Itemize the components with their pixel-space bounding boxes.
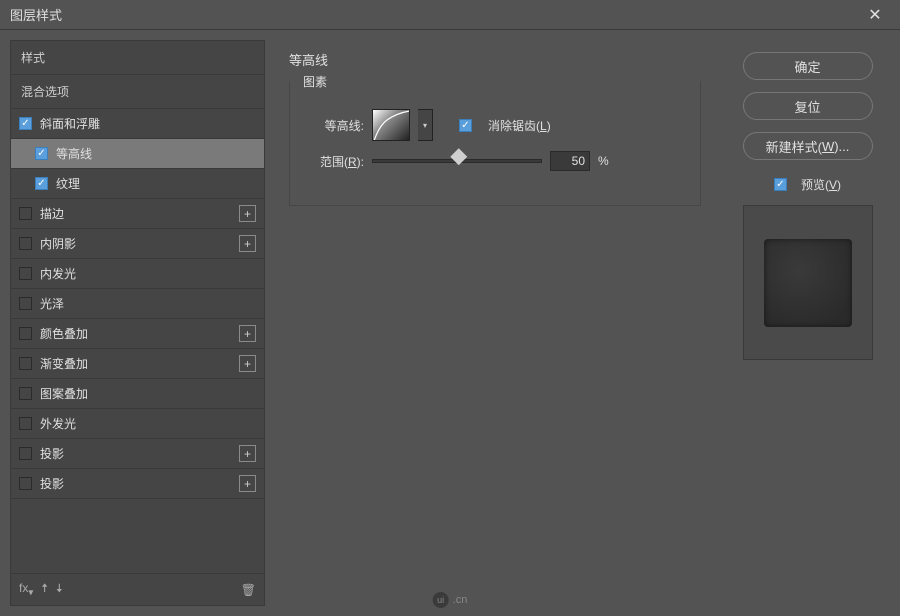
left-panel: 样式 混合选项 斜面和浮雕等高线纹理描边+内阴影+内发光光泽颜色叠加+渐变叠加+… bbox=[10, 40, 265, 606]
reset-button[interactable]: 复位 bbox=[743, 92, 873, 120]
style-checkbox[interactable] bbox=[19, 387, 32, 400]
add-effect-icon[interactable]: + bbox=[239, 235, 256, 252]
style-checkbox[interactable] bbox=[19, 117, 32, 130]
arrow-down-icon[interactable]: 🠇 bbox=[56, 579, 63, 600]
center-panel: 等高线 图素 等高线: ▾ 消除锯齿(L) 范围(R): bbox=[275, 40, 715, 606]
style-checkbox[interactable] bbox=[19, 207, 32, 220]
add-effect-icon[interactable]: + bbox=[239, 205, 256, 222]
style-checkbox[interactable] bbox=[19, 477, 32, 490]
style-label: 渐变叠加 bbox=[40, 355, 239, 372]
contour-label: 等高线: bbox=[304, 117, 364, 134]
style-item-8[interactable]: 渐变叠加+ bbox=[11, 349, 264, 379]
preview-toggle-row: 预览(V) bbox=[774, 176, 841, 193]
style-label: 图案叠加 bbox=[40, 385, 256, 402]
brand-watermark: ui .cn bbox=[433, 592, 468, 608]
style-item-2[interactable]: 纹理 bbox=[11, 169, 264, 199]
style-checkbox[interactable] bbox=[19, 237, 32, 250]
style-item-10[interactable]: 外发光 bbox=[11, 409, 264, 439]
contour-row: 等高线: ▾ 消除锯齿(L) bbox=[304, 109, 686, 141]
brand-badge-icon: ui bbox=[433, 592, 449, 608]
range-unit: % bbox=[598, 154, 609, 168]
style-item-11[interactable]: 投影+ bbox=[11, 439, 264, 469]
range-row: 范围(R): % bbox=[304, 151, 686, 171]
style-label: 斜面和浮雕 bbox=[40, 115, 256, 132]
style-label: 投影 bbox=[40, 445, 239, 462]
style-item-0[interactable]: 斜面和浮雕 bbox=[11, 109, 264, 139]
right-panel: 确定 复位 新建样式(W)... 预览(V) bbox=[725, 40, 890, 606]
style-checkbox[interactable] bbox=[35, 147, 48, 160]
add-effect-icon[interactable]: + bbox=[239, 475, 256, 492]
style-checkbox[interactable] bbox=[19, 267, 32, 280]
range-input[interactable] bbox=[550, 151, 590, 171]
style-label: 纹理 bbox=[56, 175, 256, 192]
style-label: 颜色叠加 bbox=[40, 325, 239, 342]
arrow-up-icon[interactable]: 🠅 bbox=[41, 579, 48, 600]
group-label: 图素 bbox=[300, 73, 330, 90]
style-checkbox[interactable] bbox=[19, 447, 32, 460]
close-icon[interactable]: ✕ bbox=[860, 0, 890, 30]
add-effect-icon[interactable]: + bbox=[239, 325, 256, 342]
style-checkbox[interactable] bbox=[19, 417, 32, 430]
style-checkbox[interactable] bbox=[19, 357, 32, 370]
titlebar: 图层样式 ✕ bbox=[0, 0, 900, 30]
style-item-7[interactable]: 颜色叠加+ bbox=[11, 319, 264, 349]
style-item-5[interactable]: 内发光 bbox=[11, 259, 264, 289]
style-item-1[interactable]: 等高线 bbox=[11, 139, 264, 169]
style-item-4[interactable]: 内阴影+ bbox=[11, 229, 264, 259]
style-label: 等高线 bbox=[56, 145, 256, 162]
style-label: 外发光 bbox=[40, 415, 256, 432]
left-footer: fx▾ 🠅 🠇 🗑 bbox=[11, 573, 264, 605]
style-checkbox[interactable] bbox=[19, 297, 32, 310]
element-group: 图素 等高线: ▾ 消除锯齿(L) 范围(R): bbox=[289, 81, 701, 206]
preview-inner bbox=[764, 239, 852, 327]
style-item-9[interactable]: 图案叠加 bbox=[11, 379, 264, 409]
style-label: 内发光 bbox=[40, 265, 256, 282]
style-list: 斜面和浮雕等高线纹理描边+内阴影+内发光光泽颜色叠加+渐变叠加+图案叠加外发光投… bbox=[11, 109, 264, 499]
style-checkbox[interactable] bbox=[19, 327, 32, 340]
style-item-3[interactable]: 描边+ bbox=[11, 199, 264, 229]
add-effect-icon[interactable]: + bbox=[239, 445, 256, 462]
slider-thumb[interactable] bbox=[450, 148, 467, 165]
new-style-button[interactable]: 新建样式(W)... bbox=[743, 132, 873, 160]
antialias-label: 消除锯齿(L) bbox=[488, 117, 551, 134]
style-item-6[interactable]: 光泽 bbox=[11, 289, 264, 319]
style-label: 投影 bbox=[40, 475, 239, 492]
antialias-checkbox[interactable] bbox=[459, 119, 472, 132]
contour-swatch[interactable] bbox=[372, 109, 410, 141]
contour-dropdown-icon[interactable]: ▾ bbox=[418, 109, 433, 141]
style-item-12[interactable]: 投影+ bbox=[11, 469, 264, 499]
range-label: 范围(R): bbox=[304, 153, 364, 170]
preview-checkbox[interactable] bbox=[774, 178, 787, 191]
preview-box bbox=[743, 205, 873, 360]
add-effect-icon[interactable]: + bbox=[239, 355, 256, 372]
preview-label: 预览(V) bbox=[801, 176, 841, 193]
window-title: 图层样式 bbox=[10, 5, 62, 24]
trash-icon[interactable]: 🗑 bbox=[241, 583, 256, 597]
panel-title: 等高线 bbox=[289, 50, 701, 69]
style-label: 描边 bbox=[40, 205, 239, 222]
ok-button[interactable]: 确定 bbox=[743, 52, 873, 80]
blend-options-header[interactable]: 混合选项 bbox=[11, 75, 264, 109]
content: 样式 混合选项 斜面和浮雕等高线纹理描边+内阴影+内发光光泽颜色叠加+渐变叠加+… bbox=[0, 30, 900, 616]
styles-header[interactable]: 样式 bbox=[11, 41, 264, 75]
fx-icon[interactable]: fx▾ bbox=[19, 581, 33, 598]
style-label: 内阴影 bbox=[40, 235, 239, 252]
style-checkbox[interactable] bbox=[35, 177, 48, 190]
range-slider[interactable] bbox=[372, 159, 542, 163]
style-label: 光泽 bbox=[40, 295, 256, 312]
